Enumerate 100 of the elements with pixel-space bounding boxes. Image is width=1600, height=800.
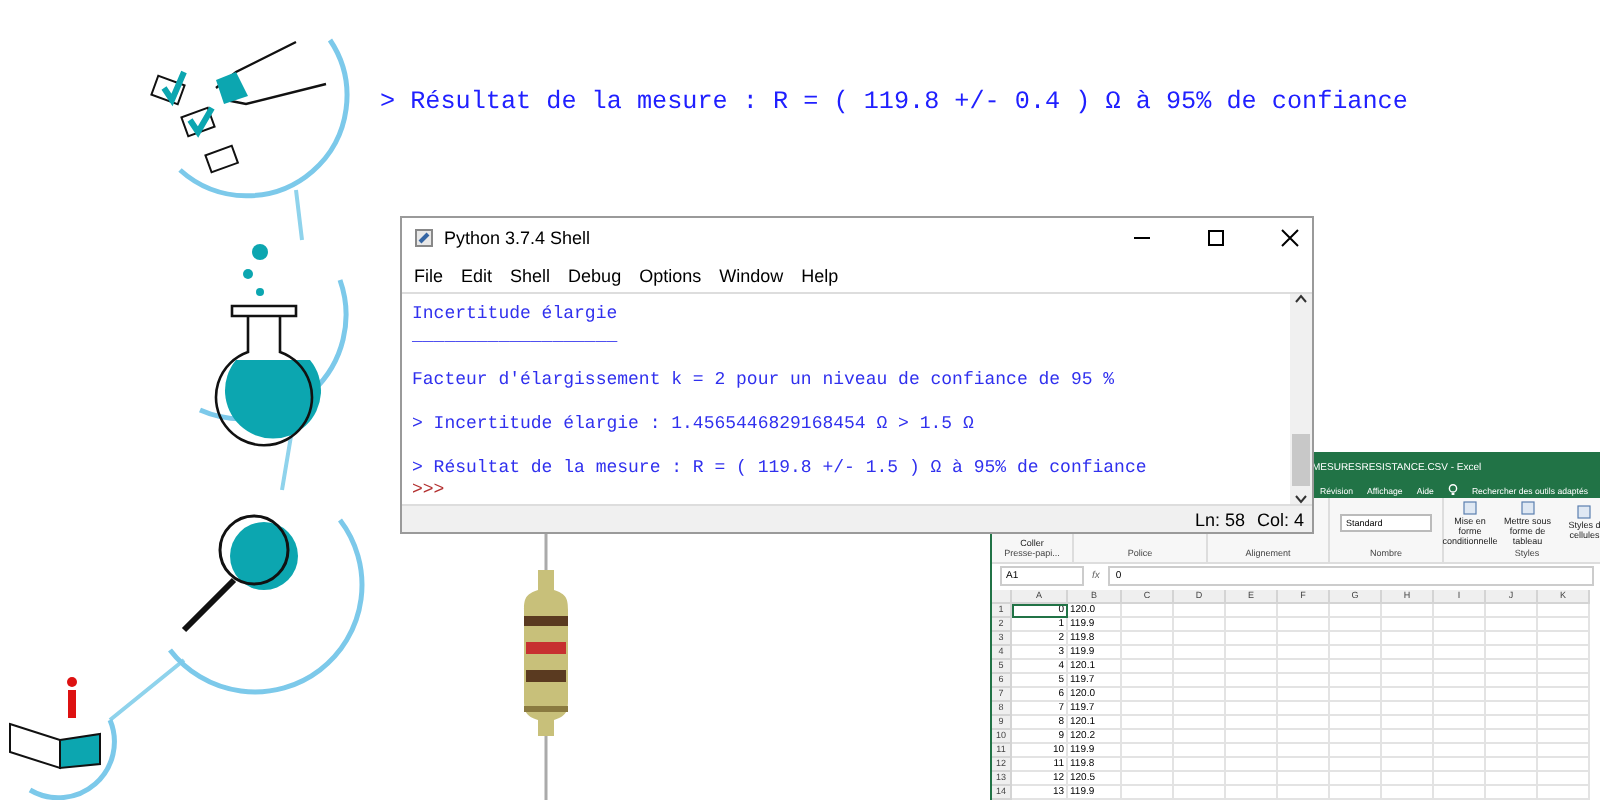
table-cell[interactable] <box>1538 716 1590 730</box>
table-cell[interactable] <box>1434 716 1486 730</box>
table-cell[interactable] <box>1174 674 1226 688</box>
table-cell[interactable] <box>1538 660 1590 674</box>
table-cell[interactable] <box>1486 632 1538 646</box>
table-cell[interactable] <box>1382 604 1434 618</box>
table-cell[interactable] <box>1486 786 1538 800</box>
table-cell[interactable] <box>1174 660 1226 674</box>
table-cell[interactable] <box>1226 772 1278 786</box>
table-cell[interactable] <box>1174 716 1226 730</box>
table-cell[interactable] <box>1486 730 1538 744</box>
table-cell[interactable] <box>1226 744 1278 758</box>
table-cell[interactable] <box>1434 744 1486 758</box>
scroll-up-icon[interactable] <box>1294 294 1308 304</box>
table-cell[interactable] <box>1122 758 1174 772</box>
table-cell[interactable] <box>1382 646 1434 660</box>
table-cell[interactable] <box>1174 786 1226 800</box>
table-cell[interactable] <box>1226 674 1278 688</box>
table-cell[interactable] <box>1330 604 1382 618</box>
table-cell[interactable] <box>1278 646 1330 660</box>
scroll-down-icon[interactable] <box>1294 494 1308 504</box>
table-cell[interactable] <box>1278 758 1330 772</box>
table-cell[interactable] <box>1174 758 1226 772</box>
menu-item[interactable]: Edit <box>461 265 493 285</box>
table-cell[interactable] <box>1174 618 1226 632</box>
table-cell[interactable] <box>1278 786 1330 800</box>
table-cell[interactable] <box>1330 688 1382 702</box>
table-cell[interactable] <box>1434 604 1486 618</box>
table-cell[interactable] <box>1382 786 1434 800</box>
table-cell[interactable] <box>1226 688 1278 702</box>
table-cell[interactable] <box>1330 758 1382 772</box>
table-cell[interactable] <box>1122 786 1174 800</box>
table-cell[interactable] <box>1330 716 1382 730</box>
menu-item[interactable]: Window <box>719 265 784 285</box>
table-cell[interactable] <box>1226 702 1278 716</box>
table-cell[interactable] <box>1434 786 1486 800</box>
table-cell[interactable] <box>1330 632 1382 646</box>
table-cell[interactable] <box>1330 702 1382 716</box>
table-cell[interactable] <box>1434 688 1486 702</box>
table-cell[interactable] <box>1122 716 1174 730</box>
table-cell[interactable] <box>1538 674 1590 688</box>
table-cell[interactable] <box>1278 702 1330 716</box>
table-cell[interactable] <box>1434 618 1486 632</box>
table-cell[interactable] <box>1122 660 1174 674</box>
table-cell[interactable] <box>1174 646 1226 660</box>
table-cell[interactable] <box>1538 632 1590 646</box>
table-cell[interactable] <box>1226 730 1278 744</box>
table-cell[interactable] <box>1278 632 1330 646</box>
maximize-icon[interactable] <box>1206 228 1226 248</box>
table-cell[interactable] <box>1330 730 1382 744</box>
table-cell[interactable] <box>1122 632 1174 646</box>
table-cell[interactable] <box>1174 744 1226 758</box>
menu-item[interactable]: File <box>414 265 444 285</box>
table-cell[interactable] <box>1174 688 1226 702</box>
table-cell[interactable] <box>1330 786 1382 800</box>
table-cell[interactable] <box>1122 730 1174 744</box>
table-cell[interactable] <box>1278 730 1330 744</box>
table-cell[interactable] <box>1174 702 1226 716</box>
table-cell[interactable] <box>1486 674 1538 688</box>
table-cell[interactable] <box>1226 716 1278 730</box>
table-cell[interactable] <box>1434 772 1486 786</box>
table-cell[interactable] <box>1434 660 1486 674</box>
table-cell[interactable] <box>1278 716 1330 730</box>
table-cell[interactable] <box>1122 674 1174 688</box>
table-cell[interactable] <box>1226 604 1278 618</box>
table-cell[interactable] <box>1486 744 1538 758</box>
table-cell[interactable] <box>1382 730 1434 744</box>
menu-item[interactable]: Options <box>639 265 702 285</box>
table-cell[interactable] <box>1122 604 1174 618</box>
table-cell[interactable] <box>1330 646 1382 660</box>
table-cell[interactable] <box>1330 772 1382 786</box>
table-cell[interactable] <box>1122 744 1174 758</box>
table-cell[interactable] <box>1278 688 1330 702</box>
table-cell[interactable] <box>1226 786 1278 800</box>
table-cell[interactable] <box>1382 702 1434 716</box>
table-cell[interactable] <box>1434 702 1486 716</box>
table-cell[interactable] <box>1486 702 1538 716</box>
table-cell[interactable] <box>1330 660 1382 674</box>
table-cell[interactable] <box>1382 618 1434 632</box>
table-cell[interactable] <box>1382 660 1434 674</box>
table-cell[interactable] <box>1382 758 1434 772</box>
table-cell[interactable] <box>1538 604 1590 618</box>
table-cell[interactable] <box>1486 660 1538 674</box>
table-cell[interactable] <box>1538 688 1590 702</box>
table-cell[interactable] <box>1278 604 1330 618</box>
table-cell[interactable] <box>1538 618 1590 632</box>
table-cell[interactable] <box>1486 716 1538 730</box>
table-cell[interactable] <box>1486 618 1538 632</box>
table-cell[interactable] <box>1122 688 1174 702</box>
table-cell[interactable] <box>1330 618 1382 632</box>
table-cell[interactable] <box>1434 632 1486 646</box>
menu-item[interactable]: Debug <box>568 265 622 285</box>
table-cell[interactable] <box>1538 772 1590 786</box>
table-cell[interactable] <box>1226 660 1278 674</box>
table-cell[interactable] <box>1122 772 1174 786</box>
table-cell[interactable] <box>1434 674 1486 688</box>
table-cell[interactable] <box>1538 646 1590 660</box>
table-cell[interactable] <box>1486 646 1538 660</box>
table-cell[interactable] <box>1434 730 1486 744</box>
table-cell[interactable] <box>1486 758 1538 772</box>
